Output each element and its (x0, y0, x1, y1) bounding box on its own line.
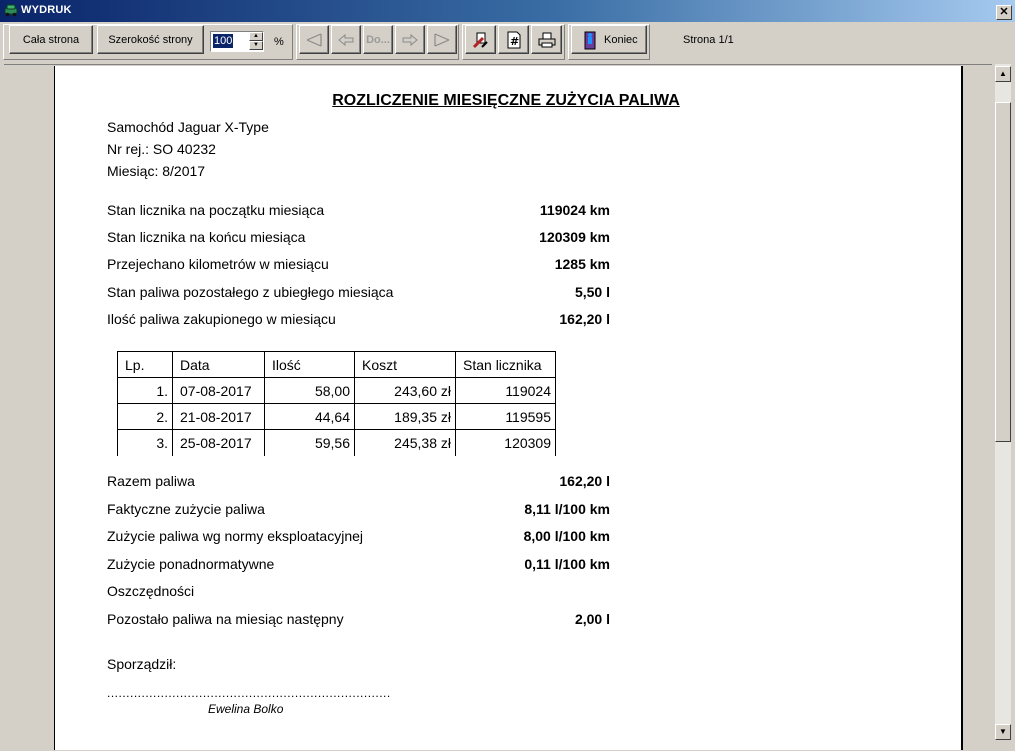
table-row: 2. 21-08-2017 44,64 189,35 zł 119595 (117, 403, 556, 430)
zoom-stepper-arrows[interactable]: ▲ ▼ (249, 32, 263, 51)
col-odometer: Stan licznika (455, 351, 556, 378)
col-date: Data (172, 351, 265, 378)
end-label: Koniec (604, 33, 638, 46)
summary-label: Razem paliwa (107, 473, 195, 489)
title-bar: WYDRUK ✕ (0, 0, 1015, 22)
summary-value: 0,11 l/100 km (524, 556, 610, 572)
summary-value: 1285 km (554, 256, 610, 272)
end-button[interactable]: Koniec (571, 25, 647, 54)
zoom-down-icon[interactable]: ▼ (249, 41, 263, 50)
cell-date: 21-08-2017 (172, 403, 265, 430)
summary-value: 8,11 l/100 km (524, 501, 610, 517)
summary-value: 8,00 l/100 km (523, 528, 610, 544)
col-cost: Koszt (354, 351, 456, 378)
table-row: 1. 07-08-2017 58,00 243,60 zł 119024 (117, 377, 556, 404)
summary-value: 119024 km (539, 202, 610, 218)
refuel-table: Lp. Data Ilość Koszt Stan licznika 1. 07… (117, 351, 556, 456)
car-icon (4, 4, 18, 17)
close-icon: ✕ (999, 6, 1009, 18)
document-title: ROZLICZENIE MIESIĘCZNE ZUŻYCIA PALIWA (332, 92, 680, 109)
cell-date: 25-08-2017 (172, 429, 265, 456)
cell-amount: 59,56 (264, 429, 355, 456)
summary-label: Zużycie paliwa wg normy eksploatacyjnej (107, 528, 363, 544)
zoom-value: 100 (213, 34, 234, 48)
summary-label: Pozostało paliwa na miesiąc następny (107, 611, 344, 627)
goto-page-button[interactable]: Do... (363, 25, 393, 54)
col-amount: Ilość (264, 351, 355, 378)
prev-page-icon (338, 33, 354, 46)
scroll-thumb[interactable] (995, 102, 1011, 442)
summary-label: Przejechano kilometrów w miesiącu (107, 256, 329, 272)
signature-line: ........................................… (107, 686, 391, 700)
table-header-row: Lp. Data Ilość Koszt Stan licznika (117, 351, 556, 378)
last-page-icon (434, 32, 450, 47)
cell-amount: 44,64 (264, 403, 355, 430)
printer-icon (538, 32, 555, 47)
table-row: 3. 25-08-2017 59,56 245,38 zł 120309 (117, 429, 556, 456)
prev-page-button[interactable] (331, 25, 361, 54)
summary-value: 162,20 l (559, 311, 610, 327)
cell-cost: 243,60 zł (354, 377, 456, 404)
next-page-icon (402, 33, 418, 46)
page-indicator: Strona 1/1 (683, 34, 734, 46)
printer-setup-button[interactable] (465, 25, 496, 54)
zoom-unit: % (274, 36, 284, 48)
page-number-button[interactable]: # (498, 25, 529, 54)
cell-cost: 189,35 zł (354, 403, 456, 430)
next-page-button[interactable] (395, 25, 425, 54)
print-button[interactable] (531, 25, 562, 54)
first-page-icon (306, 32, 322, 47)
exit-door-icon (584, 31, 596, 49)
scroll-up-icon[interactable]: ▲ (995, 66, 1011, 82)
col-lp: Lp. (117, 351, 173, 378)
summary-value: 162,20 l (559, 473, 610, 489)
page-width-label: Szerokość strony (108, 33, 193, 46)
summary-label: Stan licznika na początku miesiąca (107, 202, 325, 218)
svg-text:#: # (510, 35, 519, 48)
cell-lp: 1. (117, 377, 173, 404)
scroll-down-icon[interactable]: ▼ (995, 724, 1011, 740)
cell-lp: 3. (117, 429, 173, 456)
vertical-scrollbar[interactable]: ▲ ▼ (995, 64, 1011, 740)
zoom-stepper[interactable]: 100 ▲ ▼ (210, 31, 264, 52)
summary-label: Faktyczne zużycie paliwa (107, 501, 265, 517)
summary-label: Stan licznika na końcu miesiąca (107, 229, 306, 245)
window-title: WYDRUK (21, 4, 72, 16)
summary-label: Zużycie ponadnormatywne (107, 556, 275, 572)
first-page-button[interactable] (299, 25, 329, 54)
car-name: Samochód Jaguar X-Type (107, 119, 269, 135)
zoom-up-icon[interactable]: ▲ (249, 32, 263, 41)
cell-date: 07-08-2017 (172, 377, 265, 404)
cell-odometer: 119595 (455, 403, 556, 430)
summary-value: 120309 km (539, 229, 610, 245)
cell-lp: 2. (117, 403, 173, 430)
prepared-by-label: Sporządził: (107, 656, 177, 672)
summary-value: 2,00 l (574, 611, 610, 627)
summary-label: Stan paliwa pozostałego z ubiegłego mies… (107, 284, 394, 300)
goto-label: Do... (366, 33, 390, 46)
page-width-button[interactable]: Szerokość strony (97, 25, 204, 54)
summary-label: Oszczędności (107, 583, 195, 599)
month: Miesiąc: 8/2017 (107, 163, 206, 179)
cell-odometer: 119024 (455, 377, 556, 404)
signer-name: Ewelina Bolko (208, 702, 284, 716)
full-page-button[interactable]: Cała strona (9, 25, 93, 54)
last-page-button[interactable] (427, 25, 457, 54)
registration: Nr rej.: SO 40232 (107, 141, 216, 157)
summary-label: Ilość paliwa zakupionego w miesiącu (107, 311, 336, 327)
cell-amount: 58,00 (264, 377, 355, 404)
printer-setup-icon (472, 32, 488, 48)
summary-value: 5,50 l (574, 284, 610, 300)
close-button[interactable]: ✕ (996, 5, 1012, 20)
page-number-icon: # (507, 31, 520, 48)
cell-cost: 245,38 zł (354, 429, 456, 456)
full-page-label: Cała strona (22, 33, 80, 46)
cell-odometer: 120309 (455, 429, 556, 456)
